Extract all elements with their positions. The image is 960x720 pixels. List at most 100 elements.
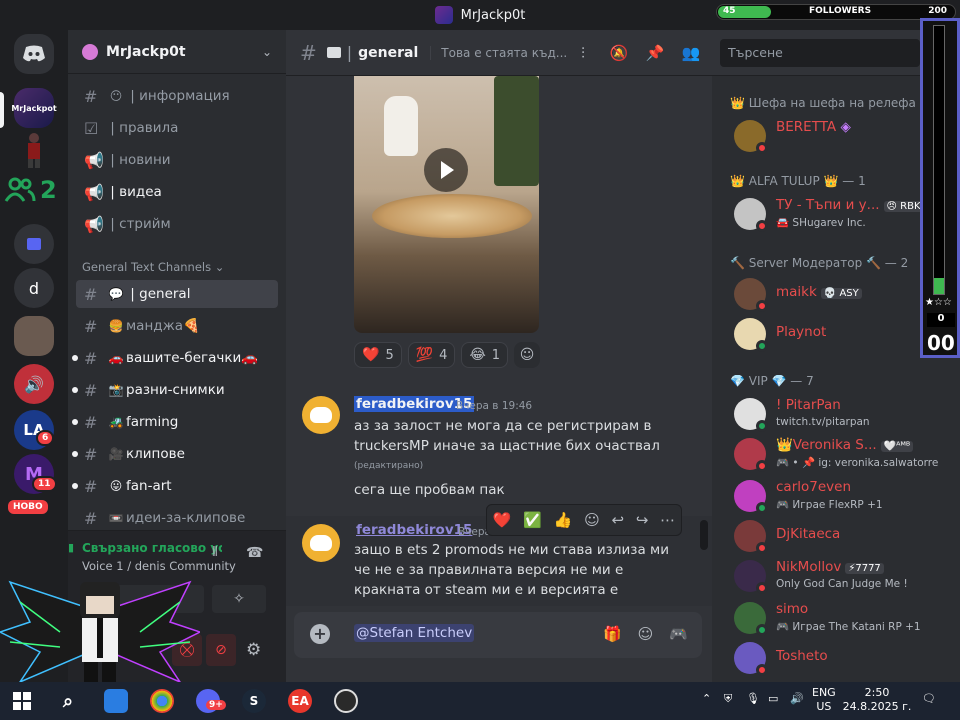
gamepad-icon[interactable]: 🎮 — [669, 625, 688, 643]
chrome-icon[interactable] — [150, 689, 174, 713]
security-icon[interactable]: ⛨ — [724, 692, 732, 706]
reaction-100[interactable]: 💯 4 — [407, 342, 456, 368]
deafen-button[interactable]: ⊘ — [206, 634, 236, 666]
obs-icon[interactable] — [334, 689, 358, 713]
channel-striym[interactable]: 📢 | стрийм — [76, 210, 278, 238]
add-reaction-icon[interactable]: ☺ — [584, 511, 600, 529]
video-attachment[interactable] — [354, 76, 539, 333]
member-item[interactable]: carlo7even 🎮 Играе FlexRP +1 — [730, 476, 930, 516]
member-item[interactable]: simo 🎮 Играе The Katani RP +1 — [730, 598, 930, 638]
noise-suppression-icon[interactable]: ⦀ — [212, 545, 218, 560]
message-list: ❤️ 5 💯 4 😂 1 ☺ feradbekirov15 Вчера в 19:46… — [286, 76, 712, 606]
react-thumbsup-button[interactable]: 👍 — [554, 511, 573, 529]
message-author[interactable]: feradbekirov15 — [354, 522, 474, 538]
server-photo[interactable] — [14, 316, 54, 356]
chat-scrollbar[interactable] — [700, 520, 708, 550]
channel-pravila[interactable]: ☑ | правила — [76, 114, 278, 142]
channel-klipove[interactable]: # 🎥 клипове — [72, 440, 278, 468]
status-indicator — [756, 624, 768, 636]
reaction-heart[interactable]: ❤️ 5 — [354, 342, 402, 368]
react-check-button[interactable]: ✅ — [523, 511, 542, 529]
bell-muted-icon[interactable]: 🔕 — [608, 44, 630, 62]
windows-start-icon[interactable] — [10, 689, 34, 713]
channel-label: информация — [139, 88, 230, 104]
member-item[interactable]: maikk 💀 ASY — [730, 274, 930, 314]
channel-novini[interactable]: 📢 | новини — [76, 146, 278, 174]
ea-app-icon[interactable]: EA — [288, 689, 312, 713]
activities-button[interactable]: ✧ — [212, 585, 266, 613]
member-item[interactable]: BERETTA ◈ — [730, 116, 930, 156]
region-code: US — [816, 700, 832, 713]
microphone-icon[interactable]: 🎙 — [746, 692, 760, 706]
channel-vashite-begachki[interactable]: # 🚗 вашите-бегачки🚗 — [72, 344, 278, 372]
unread-indicator — [72, 451, 78, 457]
emoji-icon[interactable]: ☺ — [638, 625, 654, 643]
guild-icon — [82, 43, 98, 60]
server-mrjackpot[interactable]: MrJackpot — [11, 88, 57, 128]
member-item[interactable]: Tosheto — [730, 638, 930, 678]
guild-header[interactable]: MrJackp0t ⌄ — [68, 30, 286, 74]
play-icon[interactable] — [424, 148, 468, 192]
gift-icon[interactable]: 🎁 — [603, 625, 622, 643]
threads-icon[interactable]: ⫶ — [572, 44, 594, 62]
reaction-joy[interactable]: 😂 1 — [461, 342, 509, 368]
channel-idei-za-klipove[interactable]: # 📼 идеи-за-клипове — [76, 504, 278, 532]
pin-icon[interactable]: 📌 — [644, 44, 666, 62]
channel-general[interactable]: # 💬 | general — [76, 280, 278, 308]
network-icon[interactable]: ▭ — [768, 692, 778, 706]
search-input[interactable]: Търсене — [720, 39, 920, 67]
clock[interactable]: 2:50 24.8.2025 г. — [842, 686, 912, 714]
channel-topic[interactable]: Това е стаята къд... — [430, 45, 567, 60]
discord-notification-badge: 9+ — [206, 700, 226, 710]
member-category: 🔨 Server Модератор 🔨 — 2 — [730, 256, 909, 270]
voice-status[interactable]: Свързано гласово устр — [82, 541, 222, 555]
stream-overlay: ★☆☆ 0 00 — [920, 18, 960, 358]
channel-fan-art[interactable]: # 😛 fan-art — [72, 472, 278, 500]
plus-icon[interactable]: + — [310, 624, 330, 644]
member-item[interactable]: NikMollov ⚡7777 Only God Can Judge Me ! — [730, 556, 930, 596]
member-item[interactable]: DjKitaeca — [730, 516, 930, 556]
disconnect-icon[interactable]: ☎ — [246, 545, 263, 561]
channel-razni-snimki[interactable]: # 📸 разни-снимки — [72, 376, 278, 404]
forward-icon[interactable]: ↪ — [636, 511, 649, 529]
member-item[interactable]: Playnot — [730, 314, 930, 354]
message-input[interactable]: @Stefan Entchev — [354, 624, 475, 642]
followers-goal: 200 — [928, 6, 947, 16]
file-explorer-icon[interactable] — [104, 689, 128, 713]
server-speaker[interactable]: 🔊 — [14, 364, 54, 404]
react-heart-button[interactable]: ❤️ — [493, 511, 512, 529]
channel-informaciya[interactable]: # 😶 | информация — [76, 82, 278, 110]
chevron-up-icon[interactable]: ⌃ — [702, 692, 711, 706]
server-d[interactable]: d — [14, 268, 54, 308]
member-item[interactable]: ! PitarPan twitch.tv/pitarpan — [730, 394, 930, 434]
avatar[interactable] — [302, 524, 340, 562]
channel-label: правила — [119, 120, 179, 136]
notifications-icon[interactable]: 🗨 — [922, 692, 936, 706]
avatar[interactable] — [302, 396, 340, 434]
discord-home-button[interactable] — [14, 34, 54, 74]
voice-channel-name[interactable]: Voice 1 / denis Community — [82, 559, 236, 573]
member-item[interactable]: 👑Veronika S... 🤍ᴬᴹᴮ 🎮 • 📌 ig: veronika.sa… — [730, 434, 938, 474]
members-icon[interactable]: 👥 — [680, 44, 702, 62]
channel-videa[interactable]: 📢 | видеа — [76, 178, 278, 206]
more-icon[interactable]: ⋯ — [660, 511, 675, 529]
channel-category[interactable]: General Text Channels ⌄ — [82, 260, 224, 274]
server-folder[interactable] — [14, 224, 54, 264]
rules-icon: ☑ — [84, 118, 99, 138]
steam-icon[interactable]: S — [242, 689, 266, 713]
channel-emoji: 🚗 — [108, 351, 124, 365]
server-avatar-character[interactable] — [14, 130, 54, 170]
app-icon — [434, 6, 453, 24]
search-icon[interactable]: ⌕ — [56, 689, 80, 713]
message-composer[interactable]: + @Stefan Entchev 🎁 ☺ 🎮 — [294, 612, 702, 658]
volume-icon[interactable]: 🔊 — [790, 692, 804, 706]
star-rating-icon: ★☆☆ — [925, 297, 952, 308]
gear-icon[interactable]: ⚙ — [246, 640, 261, 660]
channel-mandzha[interactable]: # 🍔 манджа🍕 — [76, 312, 278, 340]
reply-icon[interactable]: ↩ — [612, 511, 625, 529]
language-indicator[interactable]: ENG US — [812, 686, 836, 714]
add-reaction-icon[interactable]: ☺ — [514, 342, 541, 368]
channel-farming[interactable]: # 🚜 farming — [72, 408, 278, 436]
member-item[interactable]: ТУ - Тъпи и у... 😠 RBK 🚘 SHugarev Inc. — [730, 194, 930, 234]
channel-label: general — [139, 286, 191, 302]
